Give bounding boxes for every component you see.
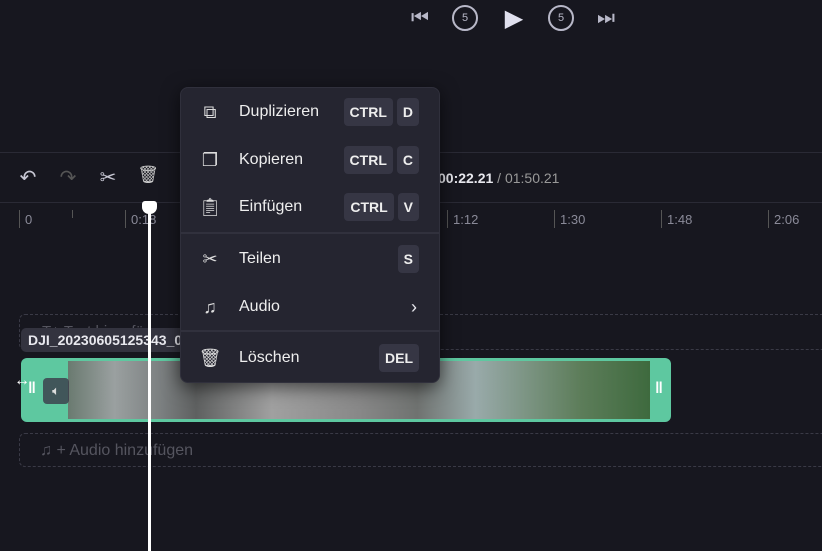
menu-label: Audio xyxy=(239,298,280,315)
menu-label: Kopieren xyxy=(239,151,304,168)
menu-label: Teilen xyxy=(239,250,281,267)
cut-icon[interactable]: ✂ xyxy=(96,165,120,191)
ruler-tick xyxy=(447,210,448,228)
shortcut-key: CTRL xyxy=(344,193,394,221)
time-display: 00:22.21 / 01:50.21 xyxy=(438,170,559,186)
ruler-label: 0 xyxy=(25,212,33,227)
ruler-label: 1:30 xyxy=(560,212,586,227)
playhead[interactable] xyxy=(148,206,151,551)
ruler-tick xyxy=(554,210,555,228)
menu-item-duplicate[interactable]: ⧉ Duplizieren CTRL D xyxy=(181,89,439,135)
context-menu: ⧉ Duplizieren CTRL D ❐ Kopieren CTRL C 📋︎ Einfü… xyxy=(180,87,440,383)
ruler-tick xyxy=(19,210,20,228)
ruler-tick xyxy=(768,210,769,228)
ruler-tick xyxy=(661,210,662,228)
shortcut-key: C xyxy=(396,146,419,174)
skip-forward-button[interactable]: ⏭ xyxy=(594,5,618,31)
menu-item-delete[interactable]: 🗑 Löschen DEL xyxy=(181,335,439,381)
ruler-label: 0:18 xyxy=(131,212,157,227)
total-time: 01:50.21 xyxy=(504,170,560,186)
chevron-right-icon: › xyxy=(411,296,417,317)
ruler-label: 2:06 xyxy=(774,212,800,227)
audio-track[interactable]: ♫ + Audio hinzufügen xyxy=(19,433,822,467)
menu-label: Löschen xyxy=(239,349,300,366)
current-time: 00:22.21 xyxy=(438,170,494,186)
scissors-icon: ✂ xyxy=(202,248,218,269)
ruler-label: 1:12 xyxy=(453,212,479,227)
add-audio-label: + Audio hinzufügen xyxy=(56,442,194,459)
rewind-5-button[interactable]: 5 xyxy=(452,5,478,31)
ruler-tick xyxy=(72,210,73,218)
shortcut-key: CTRL xyxy=(343,98,393,126)
menu-item-audio[interactable]: ♫ Audio › xyxy=(181,284,439,330)
skip-back-button[interactable]: ⏮ xyxy=(408,5,432,31)
trim-handle-right[interactable]: ‖ xyxy=(655,380,663,398)
duplicate-icon: ⧉ xyxy=(203,101,217,122)
forward-5-button[interactable]: 5 xyxy=(548,5,574,31)
shortcut-key: DEL xyxy=(379,344,419,372)
music-note-icon: ♫ xyxy=(40,442,57,459)
resize-cursor-icon: ↔ xyxy=(14,372,30,389)
playhead-handle[interactable] xyxy=(142,201,157,214)
play-button[interactable]: ▶ xyxy=(502,5,526,32)
music-note-icon: ♫ xyxy=(203,296,217,317)
shortcut-key: V xyxy=(397,193,419,221)
volume-icon[interactable]: 🔈︎ xyxy=(43,378,69,404)
redo-icon[interactable]: ↷ xyxy=(56,165,80,191)
shortcut-key: CTRL xyxy=(343,146,393,174)
ruler-label: 1:48 xyxy=(667,212,693,227)
menu-label: Einfügen xyxy=(239,198,303,215)
shortcut-key: D xyxy=(396,98,419,126)
shortcut-key: S xyxy=(397,245,419,273)
copy-icon: ❐ xyxy=(201,149,219,170)
ruler-tick xyxy=(125,210,126,228)
menu-label: Duplizieren xyxy=(239,103,320,120)
trash-icon: 🗑 xyxy=(198,347,222,368)
menu-divider xyxy=(181,232,439,234)
undo-icon[interactable]: ↶ xyxy=(16,165,40,191)
delete-icon[interactable]: 🗑 xyxy=(136,165,160,191)
menu-item-paste[interactable]: 📋︎ Einfügen CTRL V xyxy=(181,184,439,230)
menu-item-split[interactable]: ✂ Teilen S xyxy=(181,236,439,282)
paste-icon: 📋︎ xyxy=(198,196,222,217)
menu-item-copy[interactable]: ❐ Kopieren CTRL C xyxy=(181,137,439,183)
time-separator: / xyxy=(497,170,502,186)
menu-divider xyxy=(181,330,439,332)
clip-name-label: DJI_20230605125343_0 xyxy=(21,328,186,352)
